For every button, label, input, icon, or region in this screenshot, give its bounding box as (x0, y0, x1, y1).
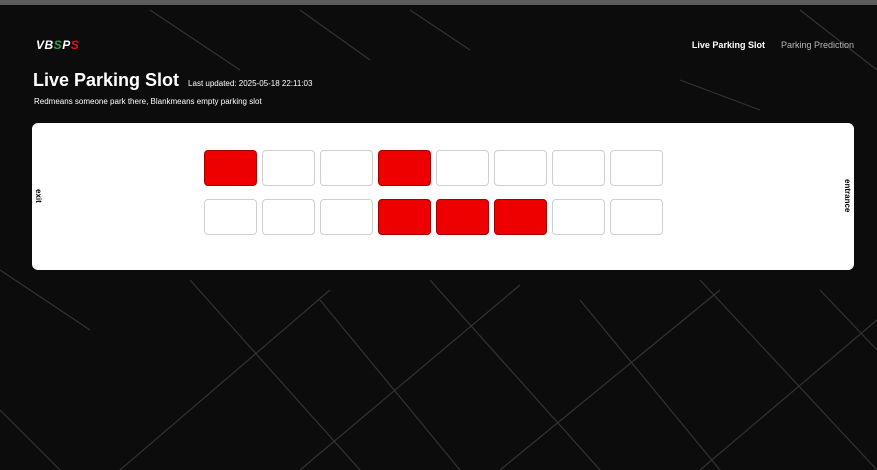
parking-slot-occupied (378, 199, 431, 235)
parking-slot-empty (262, 150, 315, 186)
parking-slot-empty (320, 150, 373, 186)
top-nav: Live Parking Slot Parking Prediction (692, 40, 854, 50)
parking-slot-occupied (378, 150, 431, 186)
parking-slot-occupied (494, 199, 547, 235)
parking-slot-empty (552, 150, 605, 186)
last-updated-text: Last updated: 2025-05-18 22:11:03 (188, 79, 313, 88)
parking-slot-empty (494, 150, 547, 186)
parking-slot-occupied (436, 199, 489, 235)
entrance-label: entrance (843, 179, 852, 213)
logo-text-s-green: S (53, 38, 63, 52)
parking-slot-empty (436, 150, 489, 186)
parking-slot-empty (262, 199, 315, 235)
title-row: Live Parking Slot Last updated: 2025-05-… (33, 70, 312, 91)
nav-live-parking-slot[interactable]: Live Parking Slot (692, 40, 765, 50)
slot-row-1 (204, 150, 663, 186)
parking-slot-empty (610, 150, 663, 186)
parking-slot-empty (552, 199, 605, 235)
logo-text-s-red: S (70, 38, 80, 52)
parking-slot-empty (320, 199, 373, 235)
parking-slot-empty (204, 199, 257, 235)
parking-slot-occupied (204, 150, 257, 186)
parking-lot-panel: exit entrance (32, 123, 854, 270)
nav-parking-prediction[interactable]: Parking Prediction (781, 40, 854, 50)
page-title: Live Parking Slot (33, 70, 180, 90)
slot-row-2 (204, 199, 663, 235)
exit-label: exit (34, 189, 43, 203)
parking-slot-empty (610, 199, 663, 235)
brand-logo[interactable]: VBSPS (36, 38, 79, 52)
logo-text-p: P (62, 38, 71, 52)
logo-text-vb: VB (36, 38, 54, 52)
legend-text: Redmeans someone park there, Blankmeans … (34, 97, 262, 106)
